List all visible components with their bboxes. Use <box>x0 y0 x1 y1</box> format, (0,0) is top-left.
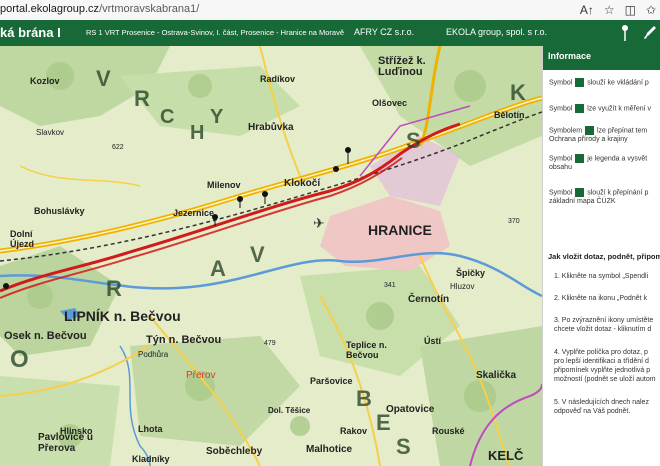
map-town: Opatovice <box>386 404 435 415</box>
map-region-letter: R <box>106 276 122 301</box>
layers-icon <box>585 126 595 135</box>
map-town: Černotín <box>408 294 450 305</box>
map-town: Týn n. Bečvou <box>146 334 222 346</box>
address-bar[interactable]: portal.ekolagroup.cz/vrtmoravskabrana1/ … <box>0 0 660 21</box>
map-town: Bohuslávky <box>34 206 85 216</box>
map-town: Olšovec <box>372 98 408 108</box>
map-elevation: 370 <box>508 218 520 225</box>
map-region-letter: O <box>10 346 29 373</box>
symbol-row: Symbol slouží ke vkládání p <box>549 78 649 87</box>
map-town: LIPNÍK n. Bečvou <box>64 308 181 324</box>
map-elevation: 341 <box>384 282 396 289</box>
map-town: Slavkov <box>36 128 65 137</box>
svg-text:✈: ✈ <box>313 216 325 232</box>
map-town: Rouské <box>432 426 465 436</box>
symbol-row: Symbolem lze přepínat tem Ochrana přírod… <box>549 126 648 144</box>
partner-afry: AFRY CZ s.r.o. <box>354 27 415 37</box>
url-path: /vrtmoravskabrana1/ <box>99 3 200 15</box>
map-town: Klokočí <box>284 178 321 189</box>
app-title: ká brána I <box>0 25 61 40</box>
map-elevation: 479 <box>264 340 276 347</box>
map-region-letter: V <box>96 66 111 91</box>
map-town: Jezernice <box>173 208 215 218</box>
map-region-letter: S <box>396 434 411 459</box>
map-town: HRANICE <box>368 222 432 238</box>
step-item: 5. V následujících dnech nalez odpověď na… <box>554 399 649 415</box>
url-text[interactable]: portal.ekolagroup.cz/vrtmoravskabrana1/ <box>0 3 199 15</box>
map-town: Hluzov <box>450 282 475 291</box>
symbol-row: Symbol lze využít k měření v <box>549 104 652 113</box>
map-region-letter: K <box>510 80 526 105</box>
map-town: Teplice n. Bečvou <box>346 340 387 360</box>
map-canvas[interactable]: ✈ <box>0 46 542 466</box>
map-town: Pavlovice u Přerova <box>38 432 94 454</box>
map-town: Soběchleby <box>206 446 263 457</box>
map-town: Lhota <box>138 424 163 434</box>
map-town: Radíkov <box>260 74 296 84</box>
partner-ekola: EKOLA group, spol. s r.o. <box>446 27 548 37</box>
map-region-letter: E <box>376 410 391 435</box>
edit-icon[interactable] <box>641 22 659 42</box>
map-town: Rakov <box>340 426 368 436</box>
pin-icon[interactable] <box>620 23 630 43</box>
split-screen-icon[interactable]: ◫ <box>625 2 636 18</box>
map-town: Kladníky <box>132 454 170 464</box>
map-region-letter: A <box>210 256 226 281</box>
pin-icon <box>575 78 585 87</box>
map-town: Dol. Těšice <box>268 406 311 415</box>
map-town: Střížež k. Luďinou <box>378 55 426 78</box>
map-region-letter: Y <box>210 106 224 128</box>
map-town: KELČ <box>488 448 524 463</box>
map-elevation: 622 <box>112 144 124 151</box>
favorites-icon[interactable]: ✩ <box>646 2 656 18</box>
how-to-title: Jak vložit dotaz, podnět, připom <box>548 252 660 261</box>
read-aloud-icon[interactable]: A↑ <box>580 2 594 18</box>
symbol-row: Symbol slouží k přepínání p základní map… <box>549 188 649 206</box>
map-town: Dolní Újezd <box>10 229 35 249</box>
map-region-letter: V <box>250 242 265 267</box>
edit-icon <box>575 104 585 113</box>
map-town: Osek n. Bečvou <box>4 330 87 342</box>
map-region-letter: B <box>356 386 372 411</box>
step-item: 1. Klikněte na symbol „Spendli <box>554 273 649 280</box>
basemap-icon <box>575 188 585 197</box>
map-town: Bělotín <box>494 110 525 120</box>
star-icon[interactable]: ☆ <box>604 2 615 18</box>
map-town: Malhotice <box>306 444 353 455</box>
legend-icon <box>575 154 585 163</box>
map-region-letter: R <box>134 86 150 111</box>
app-header: ká brána I RS 1 VRT Prosenice - Ostrava-… <box>0 20 660 46</box>
panel-title: Informace <box>543 46 660 70</box>
step-item: 3. Po zvýraznění ikony umístěte chcete vl… <box>554 317 654 333</box>
map-region-letter: C <box>160 106 175 128</box>
info-panel: Informace Symbol slouží ke vkládání p Sy… <box>542 46 660 466</box>
symbol-row: Symbol je legenda a vysvět obsahu <box>549 154 648 172</box>
app-subtitle: RS 1 VRT Prosenice - Ostrava-Svinov, I. … <box>86 28 345 37</box>
url-host: portal.ekolagroup.cz <box>0 3 100 15</box>
step-item: 2. Klikněte na ikonu „Podnět k <box>554 295 648 302</box>
map-view[interactable]: ✈ Kozlov Radíkov Střížež k. Luďinou Olšo… <box>0 46 542 466</box>
map-town: Ústí <box>424 336 442 346</box>
map-region-letter: S <box>406 128 421 153</box>
map-town: Špičky <box>456 268 486 278</box>
map-town: Milenov <box>207 180 241 190</box>
map-town: Kozlov <box>30 76 60 86</box>
map-town: Skalička <box>476 370 517 381</box>
map-town: Hrabůvka <box>248 122 294 133</box>
map-region-letter: H <box>190 122 205 144</box>
step-item: 4. Vyplňte políčka pro dotaz, p pro lepší… <box>554 349 656 383</box>
map-town: Přerov <box>186 370 216 381</box>
map-town: Paršovice <box>310 376 353 386</box>
map-town: Podhůra <box>138 350 169 359</box>
